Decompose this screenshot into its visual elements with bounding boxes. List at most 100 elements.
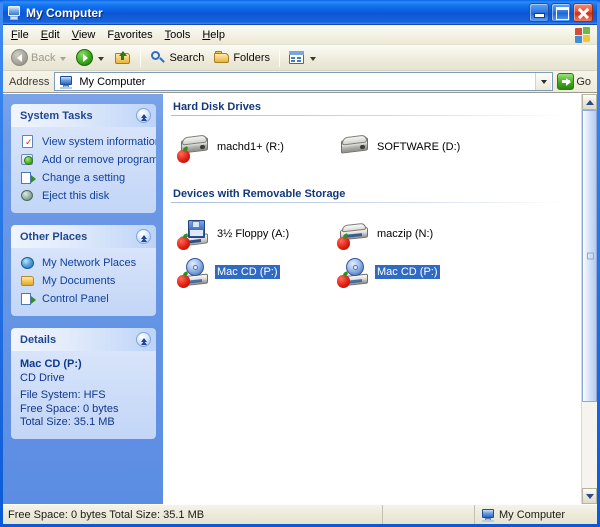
section-removable-storage-items: 3½ Floppy (A:) maczip (N:) Mac CD (P:) M…	[171, 205, 581, 291]
drive-item[interactable]: SOFTWARE (D:)	[331, 128, 491, 166]
go-button[interactable]: Go	[553, 73, 595, 90]
maximize-button[interactable]	[551, 3, 571, 22]
eject-disk-icon	[20, 188, 36, 204]
back-button[interactable]: Back	[6, 47, 71, 69]
search-button[interactable]: Search	[145, 47, 209, 69]
section-title: Devices with Removable Storage	[173, 188, 346, 200]
views-button[interactable]	[284, 47, 321, 69]
place-my-network-places[interactable]: My Network Places	[20, 254, 150, 272]
drive-item[interactable]: 3½ Floppy (A:)	[171, 215, 331, 253]
close-button[interactable]	[573, 3, 593, 22]
network-places-icon	[20, 255, 36, 271]
address-bar: Address My Computer Go	[3, 71, 597, 93]
file-list-inner: Hard Disk Drives machd1+ (R:) SOFTWARE (…	[163, 94, 581, 504]
control-panel-icon	[20, 291, 36, 307]
title-bar[interactable]: My Computer	[3, 0, 597, 25]
hard-disk-icon	[337, 131, 371, 163]
scroll-down-button[interactable]	[582, 488, 597, 504]
status-zone-label: My Computer	[499, 508, 566, 521]
window-controls	[529, 3, 595, 22]
details-total-size: Total Size: 35.1 MB	[20, 416, 115, 428]
menu-file[interactable]: File	[5, 27, 35, 43]
go-arrow-icon	[557, 73, 575, 90]
details-free-space: Free Space: 0 bytes	[20, 402, 119, 415]
back-arrow-icon	[11, 49, 28, 66]
drive-item[interactable]: maczip (N:)	[331, 215, 491, 253]
drive-item[interactable]: machd1+ (R:)	[171, 128, 331, 166]
task-eject-this-disk[interactable]: Eject this disk	[20, 187, 150, 205]
drive-label: machd1+ (R:)	[217, 141, 284, 153]
menu-tools[interactable]: Tools	[159, 27, 197, 43]
status-info: Free Space: 0 bytes Total Size: 35.1 MB	[3, 505, 383, 524]
panel-system-tasks-collapse-icon[interactable]	[136, 108, 151, 123]
drive-label: 3½ Floppy (A:)	[217, 228, 290, 240]
place-label: My Documents	[42, 275, 116, 287]
task-label: Eject this disk	[42, 190, 110, 202]
apple-badge-icon	[177, 237, 190, 250]
hard-disk-icon	[177, 131, 211, 163]
folders-icon	[214, 50, 230, 66]
back-label: Back	[31, 51, 56, 64]
drive-item[interactable]: Mac CD (P:)	[171, 253, 331, 291]
menu-help[interactable]: Help	[196, 27, 231, 43]
toolbar-separator-2	[279, 48, 281, 67]
task-pane-sidebar: System Tasks ✓ View system information A…	[3, 94, 163, 504]
details-item-type: CD Drive	[20, 371, 65, 384]
address-label: Address	[9, 75, 50, 88]
section-hard-disk-drives-items: machd1+ (R:) SOFTWARE (D:)	[171, 118, 581, 166]
status-spacer	[383, 505, 475, 524]
my-computer-icon	[59, 75, 75, 89]
section-divider	[171, 202, 567, 203]
chevron-up-icon	[585, 99, 594, 105]
up-folder-icon	[114, 49, 131, 66]
section-title: Hard Disk Drives	[173, 101, 262, 113]
up-button[interactable]	[109, 47, 136, 69]
vertical-scrollbar[interactable]	[581, 94, 597, 504]
drive-label: Mac CD (P:)	[215, 265, 280, 279]
my-documents-icon	[20, 273, 36, 289]
scrollbar-thumb[interactable]	[582, 110, 597, 402]
forward-button[interactable]	[71, 47, 109, 69]
menu-view[interactable]: View	[66, 27, 102, 43]
place-my-documents[interactable]: My Documents	[20, 272, 150, 290]
status-zone: My Computer	[475, 508, 597, 522]
forward-arrow-icon	[76, 49, 94, 66]
forward-dropdown-icon[interactable]	[98, 57, 105, 61]
menu-edit[interactable]: Edit	[35, 27, 66, 43]
views-dropdown-icon[interactable]	[310, 57, 317, 61]
scrollbar-track[interactable]	[582, 110, 597, 488]
panel-details-header[interactable]: Details	[11, 328, 156, 351]
cd-drive-icon	[337, 256, 371, 288]
menu-bar: File Edit View Favorites Tools Help	[3, 25, 597, 45]
task-view-system-information[interactable]: ✓ View system information	[20, 133, 156, 151]
scroll-up-button[interactable]	[582, 94, 597, 110]
task-label: Change a setting	[42, 172, 126, 184]
panel-other-places-collapse-icon[interactable]	[136, 229, 151, 244]
address-dropdown-button[interactable]	[535, 73, 552, 90]
folders-label: Folders	[233, 51, 271, 64]
drive-item[interactable]: Mac CD (P:)	[331, 253, 491, 291]
file-list-pane[interactable]: Hard Disk Drives machd1+ (R:) SOFTWARE (…	[163, 94, 597, 504]
minimize-button[interactable]	[529, 3, 549, 22]
task-label: Add or remove programs	[42, 154, 156, 166]
floppy-drive-icon	[177, 218, 211, 250]
menu-file-rest: ile	[17, 28, 29, 41]
my-computer-icon	[481, 508, 495, 522]
menu-favorites[interactable]: Favorites	[101, 27, 158, 43]
panel-other-places-title: Other Places	[20, 230, 88, 243]
address-value: My Computer	[79, 75, 146, 88]
place-control-panel[interactable]: Control Panel	[20, 290, 150, 308]
back-dropdown-icon[interactable]	[60, 57, 67, 61]
address-input[interactable]: My Computer	[54, 72, 554, 91]
section-divider	[171, 115, 567, 116]
system-info-icon: ✓	[20, 134, 36, 150]
task-add-or-remove-programs[interactable]: Add or remove programs	[20, 151, 156, 169]
panel-other-places-header[interactable]: Other Places	[11, 225, 156, 248]
task-change-a-setting[interactable]: Change a setting	[20, 169, 150, 187]
apple-badge-icon	[337, 275, 350, 288]
folders-button[interactable]: Folders	[209, 47, 275, 69]
panel-system-tasks-header[interactable]: System Tasks	[11, 104, 156, 127]
section-removable-storage-header: Devices with Removable Storage	[171, 188, 581, 203]
search-icon	[150, 50, 166, 66]
panel-details-collapse-icon[interactable]	[136, 332, 151, 347]
